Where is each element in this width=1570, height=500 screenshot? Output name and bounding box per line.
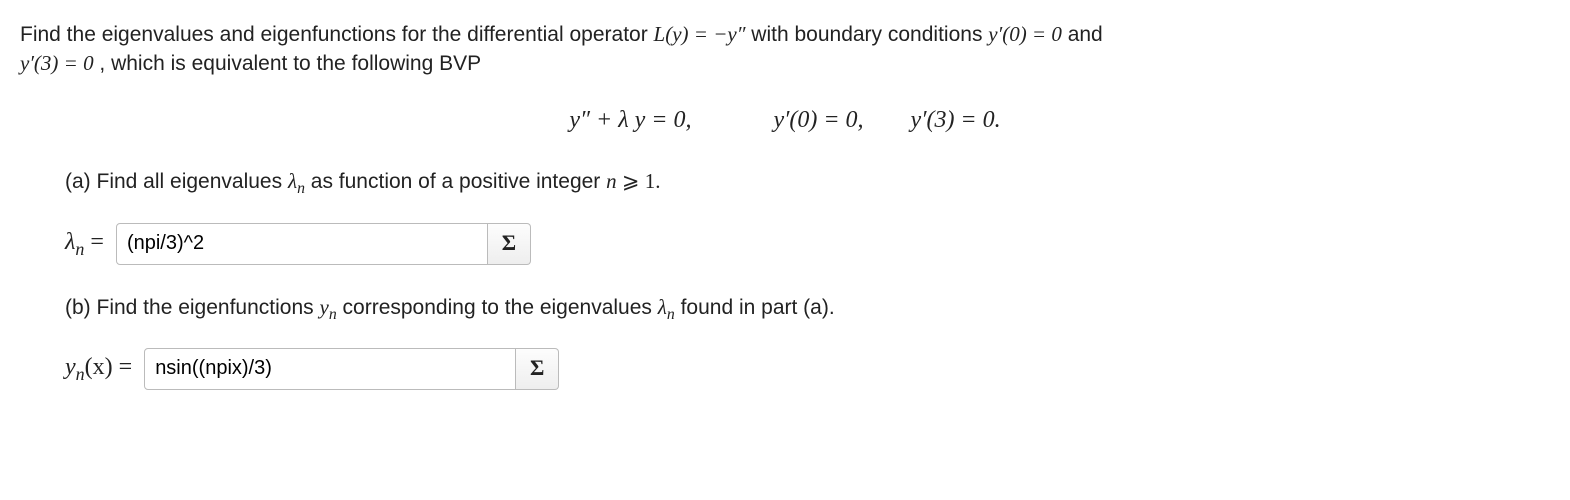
- operator-expression: L(y) = −y″: [654, 22, 746, 46]
- part-a-answer-row: λn = Σ: [65, 223, 1550, 265]
- problem-text-3: and: [1068, 23, 1103, 46]
- part-b-answer-row: yn(x) = Σ: [65, 348, 1550, 390]
- eq-bc2: y′(3) = 0.: [911, 107, 1001, 133]
- eq-bc1: y′(0) = 0,: [773, 107, 863, 133]
- equation-editor-button-b[interactable]: Σ: [516, 348, 559, 390]
- part-a-prompt: (a) Find all eigenvalues λn as function …: [65, 167, 1550, 200]
- problem-text-1: Find the eigenvalues and eigenfunctions …: [20, 23, 654, 46]
- eq-ode: y″ + λ y = 0,: [569, 107, 691, 133]
- problem-text-2: with boundary conditions: [751, 23, 988, 46]
- boundary-condition-1: y′(0) = 0: [988, 22, 1062, 46]
- sigma-icon: Σ: [502, 228, 516, 259]
- sigma-icon: Σ: [530, 353, 544, 384]
- boundary-condition-2: y′(3) = 0: [20, 51, 94, 75]
- eigenfunction-input[interactable]: [144, 348, 516, 390]
- problem-statement: Find the eigenvalues and eigenfunctions …: [20, 20, 1550, 79]
- yn-x-label: yn(x) =: [65, 351, 132, 387]
- lambda-n-label: λn =: [65, 226, 104, 262]
- equation-editor-button-a[interactable]: Σ: [488, 223, 531, 265]
- display-equation: y″ + λ y = 0, y′(0) = 0, y′(3) = 0.: [20, 104, 1550, 138]
- problem-text-4: , which is equivalent to the following B…: [99, 52, 481, 75]
- eigenvalue-input[interactable]: [116, 223, 488, 265]
- part-b-prompt: (b) Find the eigenfunctions yn correspon…: [65, 293, 1550, 326]
